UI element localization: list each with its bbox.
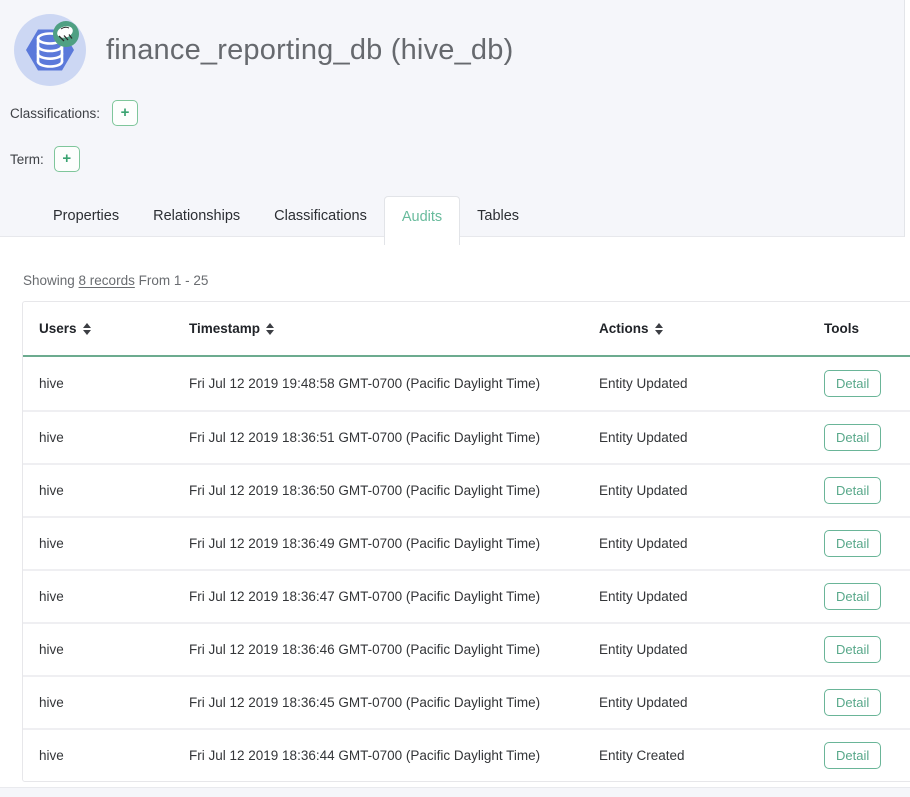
audit-row: hiveFri Jul 12 2019 18:36:44 GMT-0700 (P… <box>23 728 910 781</box>
records-summary-suffix: From 1 - 25 <box>135 273 209 288</box>
detail-button[interactable]: Detail <box>824 689 881 716</box>
audit-user-cell: hive <box>23 571 173 622</box>
detail-button[interactable]: Detail <box>824 583 881 610</box>
entity-tabbar: PropertiesRelationshipsClassificationsAu… <box>0 191 904 237</box>
audits-panel: Showing 8 records From 1 - 25 Users Times… <box>0 273 910 782</box>
audit-timestamp-cell: Fri Jul 12 2019 18:36:50 GMT-0700 (Pacif… <box>173 465 583 516</box>
column-label: Timestamp <box>189 321 260 336</box>
column-label: Tools <box>824 321 859 336</box>
term-row: Term: + <box>10 146 904 172</box>
classifications-label: Classifications: <box>10 106 100 121</box>
audit-row: hiveFri Jul 12 2019 18:36:49 GMT-0700 (P… <box>23 516 910 569</box>
audit-timestamp-cell: Fri Jul 12 2019 18:36:47 GMT-0700 (Pacif… <box>173 571 583 622</box>
column-header-actions[interactable]: Actions <box>583 321 808 336</box>
audit-timestamp-cell: Fri Jul 12 2019 18:36:51 GMT-0700 (Pacif… <box>173 412 583 463</box>
audit-user-cell: hive <box>23 465 173 516</box>
audit-table-body: hiveFri Jul 12 2019 19:48:58 GMT-0700 (P… <box>23 357 910 781</box>
audit-action-cell: Entity Updated <box>583 624 808 675</box>
audit-action-cell: Entity Updated <box>583 518 808 569</box>
audit-tools-cell: Detail <box>808 571 910 622</box>
audit-user-cell: hive <box>23 677 173 728</box>
tab-properties[interactable]: Properties <box>36 196 136 236</box>
sort-icon[interactable] <box>266 323 274 335</box>
audit-tools-cell: Detail <box>808 465 910 516</box>
page-title: finance_reporting_db (hive_db) <box>106 34 513 67</box>
tab-classifications[interactable]: Classifications <box>257 196 384 236</box>
audit-tools-cell: Detail <box>808 677 910 728</box>
column-header-tools: Tools <box>808 321 910 336</box>
classifications-row: Classifications: + <box>10 100 904 126</box>
tab-audits[interactable]: Audits <box>384 196 460 245</box>
detail-button[interactable]: Detail <box>824 530 881 557</box>
audit-user-cell: hive <box>23 518 173 569</box>
audit-action-cell: Entity Updated <box>583 412 808 463</box>
page-bottom-strip <box>0 787 910 797</box>
records-count-link[interactable]: 8 records <box>79 273 135 288</box>
audit-tools-cell: Detail <box>808 357 910 410</box>
hive-db-entity-icon <box>14 14 86 86</box>
column-header-timestamp[interactable]: Timestamp <box>173 321 583 336</box>
audit-tools-cell: Detail <box>808 624 910 675</box>
column-label: Users <box>39 321 77 336</box>
audit-action-cell: Entity Updated <box>583 571 808 622</box>
audit-action-cell: Entity Created <box>583 730 808 781</box>
detail-button[interactable]: Detail <box>824 370 881 397</box>
sort-icon[interactable] <box>83 323 91 335</box>
detail-button[interactable]: Detail <box>824 424 881 451</box>
hive-bee-badge-icon <box>53 21 79 47</box>
entity-header: finance_reporting_db (hive_db) Classific… <box>0 0 905 237</box>
audit-row: hiveFri Jul 12 2019 18:36:45 GMT-0700 (P… <box>23 675 910 728</box>
audit-user-cell: hive <box>23 730 173 781</box>
column-header-users[interactable]: Users <box>23 321 173 336</box>
audit-timestamp-cell: Fri Jul 12 2019 18:36:44 GMT-0700 (Pacif… <box>173 730 583 781</box>
add-term-button[interactable]: + <box>54 146 80 172</box>
records-summary: Showing 8 records From 1 - 25 <box>23 273 910 288</box>
audit-timestamp-cell: Fri Jul 12 2019 19:48:58 GMT-0700 (Pacif… <box>173 357 583 410</box>
tab-tables[interactable]: Tables <box>460 196 536 236</box>
audit-tools-cell: Detail <box>808 518 910 569</box>
audit-action-cell: Entity Updated <box>583 465 808 516</box>
audit-table: UsersTimestampActionsTools hiveFri Jul 1… <box>22 301 910 782</box>
audit-user-cell: hive <box>23 624 173 675</box>
audit-timestamp-cell: Fri Jul 12 2019 18:36:49 GMT-0700 (Pacif… <box>173 518 583 569</box>
audit-tools-cell: Detail <box>808 730 910 781</box>
audit-timestamp-cell: Fri Jul 12 2019 18:36:46 GMT-0700 (Pacif… <box>173 624 583 675</box>
audit-user-cell: hive <box>23 357 173 410</box>
detail-button[interactable]: Detail <box>824 636 881 663</box>
term-label: Term: <box>10 152 44 167</box>
detail-button[interactable]: Detail <box>824 477 881 504</box>
audit-tools-cell: Detail <box>808 412 910 463</box>
audit-timestamp-cell: Fri Jul 12 2019 18:36:45 GMT-0700 (Pacif… <box>173 677 583 728</box>
add-classification-button[interactable]: + <box>112 100 138 126</box>
audit-row: hiveFri Jul 12 2019 19:48:58 GMT-0700 (P… <box>23 357 910 410</box>
audit-row: hiveFri Jul 12 2019 18:36:47 GMT-0700 (P… <box>23 569 910 622</box>
sort-icon[interactable] <box>655 323 663 335</box>
audit-action-cell: Entity Updated <box>583 677 808 728</box>
records-summary-prefix: Showing <box>23 273 79 288</box>
tab-relationships[interactable]: Relationships <box>136 196 257 236</box>
audit-row: hiveFri Jul 12 2019 18:36:51 GMT-0700 (P… <box>23 410 910 463</box>
detail-button[interactable]: Detail <box>824 742 881 769</box>
audit-table-header: Users Timestamp Actions Tools <box>23 302 910 357</box>
audit-action-cell: Entity Updated <box>583 357 808 410</box>
audit-user-cell: hive <box>23 412 173 463</box>
audit-row: hiveFri Jul 12 2019 18:36:46 GMT-0700 (P… <box>23 622 910 675</box>
audit-row: hiveFri Jul 12 2019 18:36:50 GMT-0700 (P… <box>23 463 910 516</box>
column-label: Actions <box>599 321 649 336</box>
